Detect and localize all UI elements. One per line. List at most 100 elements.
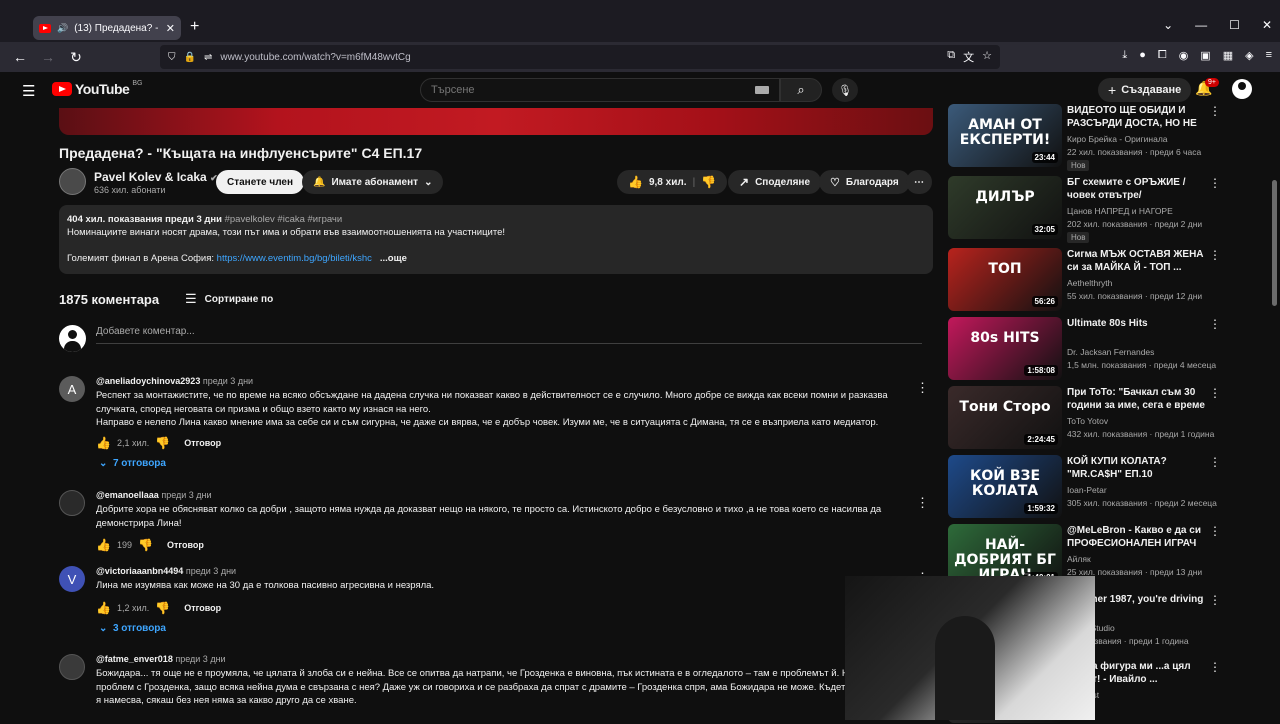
thumbs-down-icon[interactable]: 👎 bbox=[155, 601, 170, 615]
lock-icon[interactable]: 🔒 bbox=[184, 52, 196, 63]
close-window-button[interactable]: ✕ bbox=[1262, 18, 1272, 32]
recommended-video[interactable]: Тони Сторо 2:24:45 При ТоТо: "Бачкал съм 3… bbox=[948, 386, 1223, 450]
thumbs-up-icon[interactable]: 👍 bbox=[96, 436, 111, 450]
recommended-channel[interactable]: Айляк bbox=[1067, 554, 1091, 564]
download-icon[interactable]: ⤓ bbox=[1122, 49, 1127, 62]
commenter-avatar[interactable] bbox=[59, 490, 85, 516]
comment-time[interactable]: преди 3 дни bbox=[203, 376, 253, 386]
recommended-channel[interactable]: Цанов НАПРЕД и НАГОРЕ bbox=[1067, 206, 1173, 216]
comment-menu-icon[interactable]: ⋮ bbox=[916, 495, 929, 511]
url-bar[interactable]: ⛉ 🔒 ⇌ www.youtube.com/watch?v=m6fM48wvtC… bbox=[160, 45, 1000, 69]
comment-time[interactable]: преди 3 дни bbox=[175, 654, 225, 664]
recommended-channel[interactable]: ToTo Yotov bbox=[1067, 416, 1108, 426]
subscribed-button[interactable]: 🔔 Имате абонамент ⌄ bbox=[302, 170, 444, 194]
video-thumbnail[interactable]: ТОП 56:26 bbox=[948, 248, 1062, 311]
add-comment-input[interactable]: Добавете коментар... bbox=[96, 326, 922, 344]
screenshot-icon[interactable]: ⧉ bbox=[947, 49, 955, 65]
video-menu-icon[interactable]: ⋮ bbox=[1209, 660, 1221, 674]
description-link[interactable]: https://www.eventim.bg/bg/bileti/kshc bbox=[217, 253, 372, 264]
extension-icon[interactable]: ▣ bbox=[1200, 49, 1210, 62]
permissions-icon[interactable]: ⇌ bbox=[204, 52, 212, 63]
video-thumbnail[interactable]: АМАН ОТ ЕКСПЕРТИ! 23:44 bbox=[948, 104, 1062, 167]
close-tab-icon[interactable]: ✕ bbox=[166, 22, 175, 35]
youtube-logo[interactable]: YouTube BG bbox=[52, 80, 142, 97]
back-button[interactable]: ← bbox=[6, 49, 34, 65]
url-text[interactable]: www.youtube.com/watch?v=m6fM48wvtCg bbox=[220, 52, 939, 63]
create-button[interactable]: + Създаване bbox=[1098, 78, 1192, 102]
browser-tab[interactable]: 🔊 (13) Предадена? - "Къщата ✕ bbox=[33, 16, 181, 40]
hashtags[interactable]: #pavelkolev #icaka #играчи bbox=[225, 214, 343, 225]
thumbs-down-icon[interactable]: 👎 bbox=[155, 436, 170, 450]
search-box[interactable] bbox=[420, 78, 780, 102]
video-menu-icon[interactable]: ⋮ bbox=[1209, 248, 1221, 262]
recommended-channel[interactable]: Aethelthryth bbox=[1067, 278, 1112, 288]
keyboard-icon[interactable] bbox=[755, 86, 769, 94]
recommended-title[interactable]: ВИДЕОТО ЩЕ ОБИДИ И РАЗСЪРДИ ДОСТА, НО НЕ… bbox=[1067, 104, 1207, 130]
video-menu-icon[interactable]: ⋮ bbox=[1209, 593, 1221, 607]
recommended-title[interactable]: КОЙ КУПИ КОЛАТА? "MR.CA$H" ЕП.10 bbox=[1067, 455, 1207, 481]
reply-button[interactable]: Отговор bbox=[167, 540, 204, 550]
reload-button[interactable]: ↻ bbox=[62, 49, 90, 66]
minimize-button[interactable]: — bbox=[1195, 18, 1207, 32]
reply-button[interactable]: Отговор bbox=[184, 438, 221, 448]
extension-icon[interactable]: ◉ bbox=[1179, 49, 1189, 62]
video-description[interactable]: 404 хил. показвания преди 3 дни #pavelko… bbox=[59, 205, 933, 274]
commenter-avatar[interactable]: V bbox=[59, 566, 85, 592]
shield-icon[interactable]: ⛉ bbox=[168, 52, 176, 63]
comment-menu-icon[interactable]: ⋮ bbox=[916, 380, 929, 396]
video-menu-icon[interactable]: ⋮ bbox=[1209, 524, 1221, 538]
thumbs-up-icon[interactable]: 👍 bbox=[96, 601, 111, 615]
thumbs-down-icon[interactable]: 👎 bbox=[138, 538, 153, 552]
recommended-video[interactable]: КОЙ ВЗЕ КОЛАТА 1:59:32 КОЙ КУПИ КОЛАТА? "M… bbox=[948, 455, 1223, 519]
channel-name[interactable]: Pavel Kolev & Icaka ✔ bbox=[94, 170, 218, 184]
comment-time[interactable]: преди 3 дни bbox=[161, 490, 211, 500]
video-thumbnail[interactable]: 80s HITS 1:58:08 bbox=[948, 317, 1062, 380]
thumbs-down-icon[interactable]: 👎 bbox=[701, 175, 716, 189]
comment-author[interactable]: @fatme_enver018 bbox=[96, 654, 173, 664]
video-menu-icon[interactable]: ⋮ bbox=[1209, 104, 1221, 118]
maximize-button[interactable]: ☐ bbox=[1229, 18, 1240, 32]
join-button[interactable]: Станете член bbox=[216, 170, 305, 194]
page-scrollbar[interactable] bbox=[1272, 180, 1277, 306]
recommended-video[interactable]: ДИЛЪР 32:05 БГ схемите с ОРЪЖИЕ /човек отв… bbox=[948, 176, 1223, 243]
like-button[interactable]: 👍 9,8 хил. | 👎 bbox=[617, 170, 728, 194]
menu-icon[interactable]: ≡ bbox=[1266, 49, 1272, 62]
extension-icon[interactable]: ● bbox=[1139, 49, 1146, 62]
extension-icon[interactable]: ▦ bbox=[1223, 49, 1233, 62]
video-menu-icon[interactable]: ⋮ bbox=[1209, 386, 1221, 400]
hamburger-menu-icon[interactable]: ☰ bbox=[22, 82, 35, 100]
translate-icon[interactable]: 文 bbox=[963, 49, 974, 65]
comment-author[interactable]: @aneliadoychinova2923 bbox=[96, 376, 200, 386]
commenter-avatar[interactable] bbox=[59, 654, 85, 680]
video-thumbnail[interactable]: ДИЛЪР 32:05 bbox=[948, 176, 1062, 239]
search-button[interactable]: ⌕ bbox=[780, 78, 822, 102]
recommended-title[interactable]: БГ схемите с ОРЪЖИЕ /човек отвътре/ bbox=[1067, 176, 1207, 202]
video-menu-icon[interactable]: ⋮ bbox=[1209, 176, 1221, 190]
extension-icon[interactable]: ◈ bbox=[1245, 49, 1253, 62]
show-more-button[interactable]: ...още bbox=[380, 253, 407, 264]
account-avatar[interactable] bbox=[1232, 79, 1252, 99]
bookmark-star-icon[interactable]: ☆ bbox=[982, 49, 992, 65]
video-thumbnail[interactable]: КОЙ ВЗЕ КОЛАТА 1:59:32 bbox=[948, 455, 1062, 518]
sort-button[interactable]: ☰ Сортиране по bbox=[185, 291, 273, 307]
recommended-channel[interactable]: Киро Брейка - Оригинала bbox=[1067, 134, 1168, 144]
channel-avatar[interactable] bbox=[59, 168, 86, 195]
thanks-button[interactable]: ♡ Благодаря bbox=[819, 170, 910, 194]
video-menu-icon[interactable]: ⋮ bbox=[1209, 317, 1221, 331]
view-replies-button[interactable]: ⌄ 3 отговора bbox=[99, 623, 166, 634]
video-thumbnail[interactable]: Тони Сторо 2:24:45 bbox=[948, 386, 1062, 449]
comment-time[interactable]: преди 3 дни bbox=[186, 566, 236, 576]
voice-search-button[interactable]: 🎙 bbox=[832, 78, 858, 102]
view-replies-button[interactable]: ⌄ 7 отговора bbox=[99, 458, 166, 469]
video-player[interactable] bbox=[59, 108, 933, 135]
more-actions-button[interactable]: ⋯ bbox=[906, 170, 932, 194]
commenter-avatar[interactable]: A bbox=[59, 376, 85, 402]
forward-button[interactable]: → bbox=[34, 49, 62, 65]
search-input[interactable] bbox=[431, 84, 755, 96]
speaker-icon[interactable]: 🔊 bbox=[57, 23, 68, 34]
recommended-video[interactable]: АМАН ОТ ЕКСПЕРТИ! 23:44 ВИДЕОТО ЩЕ ОБИДИ И… bbox=[948, 104, 1223, 171]
comment-author[interactable]: @emanoellaaa bbox=[96, 490, 159, 500]
thumbs-up-icon[interactable]: 👍 bbox=[96, 538, 111, 552]
reply-button[interactable]: Отговор bbox=[184, 603, 221, 613]
tab-list-icon[interactable]: ⌄ bbox=[1163, 18, 1173, 32]
